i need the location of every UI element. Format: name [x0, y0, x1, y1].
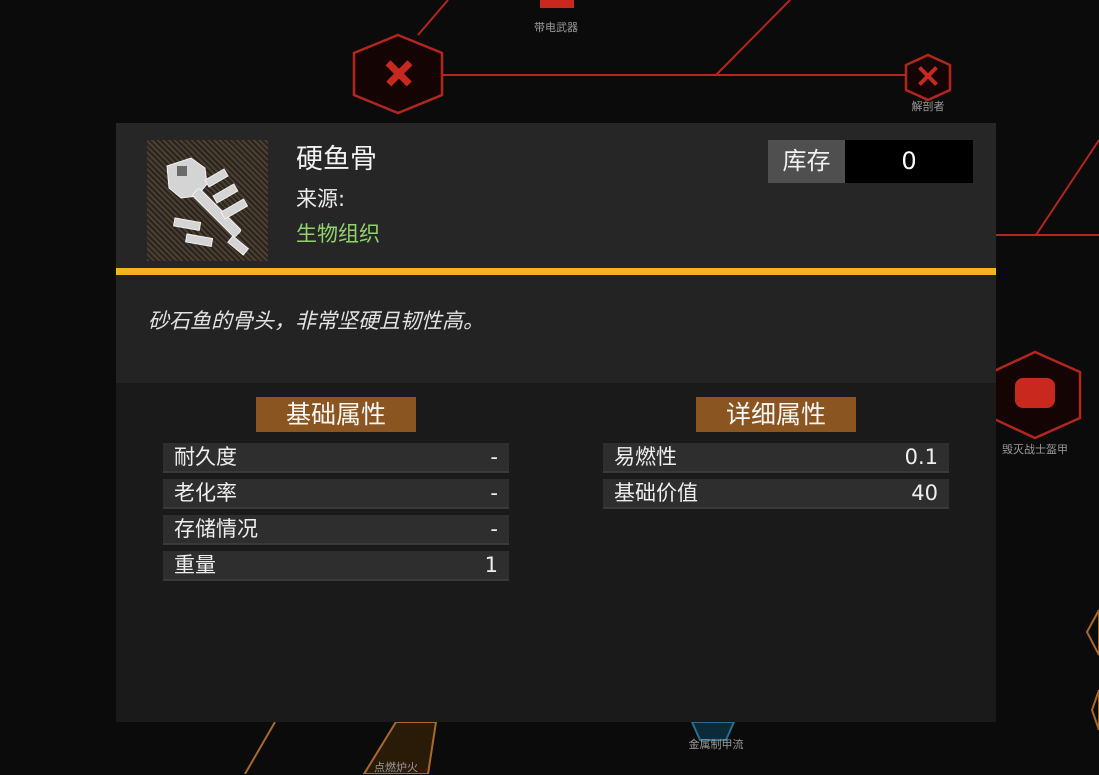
stat-label: 基础价值 — [614, 481, 698, 505]
armor-helmet-icon — [1015, 378, 1055, 408]
stat-value: - — [490, 445, 498, 469]
stock-label: 库存 — [768, 140, 845, 183]
item-description: 砂石鱼的骨头，非常坚硬且韧性高。 — [148, 309, 484, 333]
source-value: 生物组织 — [296, 222, 380, 246]
fish-bone-icon — [147, 140, 268, 261]
electric-weapon-icon — [540, 0, 574, 8]
stat-label: 耐久度 — [174, 445, 237, 469]
stat-row-flammability: 易燃性 0.1 — [603, 443, 949, 473]
stat-value: 0.1 — [904, 445, 938, 469]
stat-row-aging-rate: 老化率 - — [163, 479, 509, 509]
stat-row-durability: 耐久度 - — [163, 443, 509, 473]
tree-link — [244, 721, 276, 774]
stock-value: 0 — [845, 140, 973, 183]
stat-value: 40 — [911, 481, 938, 505]
stat-label: 易燃性 — [614, 445, 677, 469]
source-label: 来源: — [296, 187, 346, 211]
stat-row-base-value: 基础价值 40 — [603, 479, 949, 509]
tree-node-label: 点燃炉火 — [374, 761, 418, 774]
stat-value: - — [490, 481, 498, 505]
stat-row-weight: 重量 1 — [163, 551, 509, 581]
tree-node-label: 带电武器 — [534, 21, 578, 34]
accent-divider — [116, 268, 996, 275]
tree-link — [1035, 139, 1099, 236]
stat-label: 重量 — [174, 553, 216, 577]
stat-value: - — [490, 517, 498, 541]
tree-node-label: 解剖者 — [911, 100, 945, 113]
stat-label: 老化率 — [174, 481, 237, 505]
tree-link — [417, 0, 449, 36]
item-header: 硬鱼骨 来源: 生物组织 库存 0 — [116, 123, 996, 268]
tree-link — [715, 0, 791, 76]
item-detail-panel: 硬鱼骨 来源: 生物组织 库存 0 砂石鱼的骨头，非常坚硬且韧性高。 基础属性 … — [116, 123, 996, 722]
detail-attributes-title: 详细属性 — [696, 397, 856, 432]
tree-node-label: 毁灭战士盔甲 — [1002, 443, 1068, 456]
tree-node-label: 金属制甲流 — [688, 738, 744, 751]
stat-label: 存储情况 — [174, 517, 258, 541]
basic-attributes-title: 基础属性 — [256, 397, 416, 432]
item-name: 硬鱼骨 — [296, 144, 377, 175]
stat-value: 1 — [484, 553, 498, 577]
stat-row-storage: 存储情况 - — [163, 515, 509, 545]
